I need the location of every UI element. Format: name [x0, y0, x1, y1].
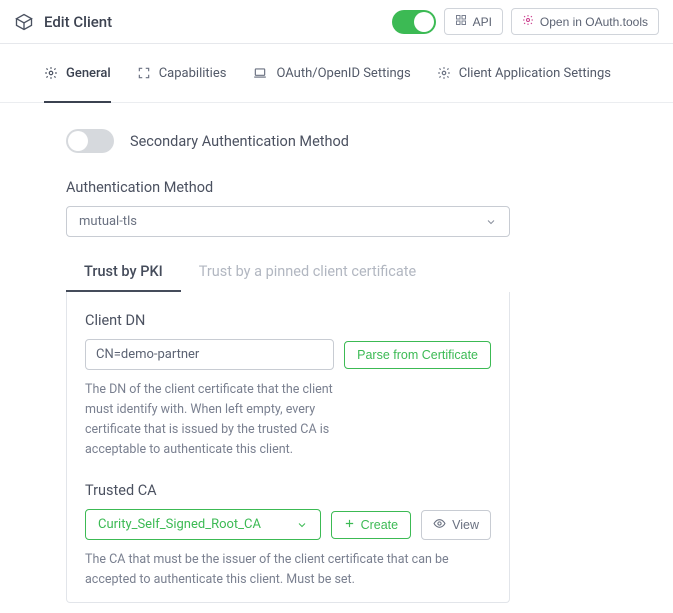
tab-label: General	[66, 66, 111, 81]
main-tabs: General Capabilities OAuth/OpenID Settin…	[0, 44, 673, 103]
laptop-icon	[252, 66, 268, 80]
trusted-ca-value: Curity_Self_Signed_Root_CA	[98, 517, 261, 532]
open-oauth-tools-label: Open in OAuth.tools	[540, 15, 648, 29]
view-ca-button[interactable]: View	[421, 510, 491, 540]
secondary-auth-toggle[interactable]	[66, 129, 114, 153]
client-dn-label: Client DN	[85, 312, 491, 329]
client-icon	[14, 12, 34, 32]
trusted-ca-select[interactable]: Curity_Self_Signed_Root_CA	[85, 509, 321, 540]
trusted-ca-label: Trusted CA	[85, 482, 491, 499]
page-title: Edit Client	[44, 13, 112, 31]
header-left: Edit Client	[14, 12, 392, 32]
auth-method-select[interactable]: mutual-tls	[66, 206, 510, 237]
tab-label: Client Application Settings	[459, 66, 611, 81]
plus-icon	[344, 518, 355, 532]
tab-label: OAuth/OpenID Settings	[276, 66, 410, 81]
auth-method-label: Authentication Method	[66, 179, 663, 196]
gear-icon	[522, 14, 534, 29]
trusted-ca-help: The CA that must be the issuer of the cl…	[85, 550, 465, 590]
api-button-label: API	[473, 15, 492, 29]
header-right: API Open in OAuth.tools	[392, 8, 659, 35]
trusted-ca-row: Curity_Self_Signed_Root_CA Create	[85, 509, 491, 540]
eye-icon	[433, 517, 446, 533]
create-button-label: Create	[361, 518, 399, 532]
page-header: Edit Client API Open in OAuth.tools	[0, 0, 673, 44]
tab-oauth-openid[interactable]: OAuth/OpenID Settings	[252, 45, 410, 103]
parse-from-cert-button[interactable]: Parse from Certificate	[344, 341, 491, 369]
secondary-auth-row: Secondary Authentication Method	[66, 129, 663, 153]
client-dn-row: Parse from Certificate	[85, 339, 491, 370]
trust-pki-panel: Client DN Parse from Certificate The DN …	[66, 292, 510, 603]
client-dn-input[interactable]	[85, 339, 334, 370]
tab-label: Capabilities	[159, 66, 227, 81]
client-enabled-toggle[interactable]	[392, 10, 436, 34]
parse-button-label: Parse from Certificate	[357, 348, 478, 362]
gear-icon	[44, 66, 58, 80]
chevron-down-icon	[296, 519, 308, 531]
trust-subtabs: Trust by PKI Trust by a pinned client ce…	[66, 253, 510, 292]
client-dn-help: The DN of the client certificate that th…	[85, 380, 345, 460]
open-oauth-tools-button[interactable]: Open in OAuth.tools	[511, 8, 659, 35]
api-icon	[455, 14, 467, 29]
auth-method-value: mutual-tls	[79, 214, 137, 229]
create-ca-button[interactable]: Create	[331, 511, 412, 539]
fullscreen-icon	[137, 66, 151, 80]
subtab-trust-pki[interactable]: Trust by PKI	[66, 253, 181, 292]
gear-icon	[437, 66, 451, 80]
subtab-trust-pinned[interactable]: Trust by a pinned client certificate	[181, 253, 434, 292]
content-area: Secondary Authentication Method Authenti…	[0, 103, 673, 613]
chevron-down-icon	[485, 216, 497, 228]
secondary-auth-label: Secondary Authentication Method	[130, 133, 349, 150]
view-button-label: View	[452, 518, 479, 532]
tab-client-app-settings[interactable]: Client Application Settings	[437, 45, 611, 103]
tab-capabilities[interactable]: Capabilities	[137, 45, 227, 103]
tab-general[interactable]: General	[44, 45, 111, 103]
api-button[interactable]: API	[444, 8, 503, 35]
